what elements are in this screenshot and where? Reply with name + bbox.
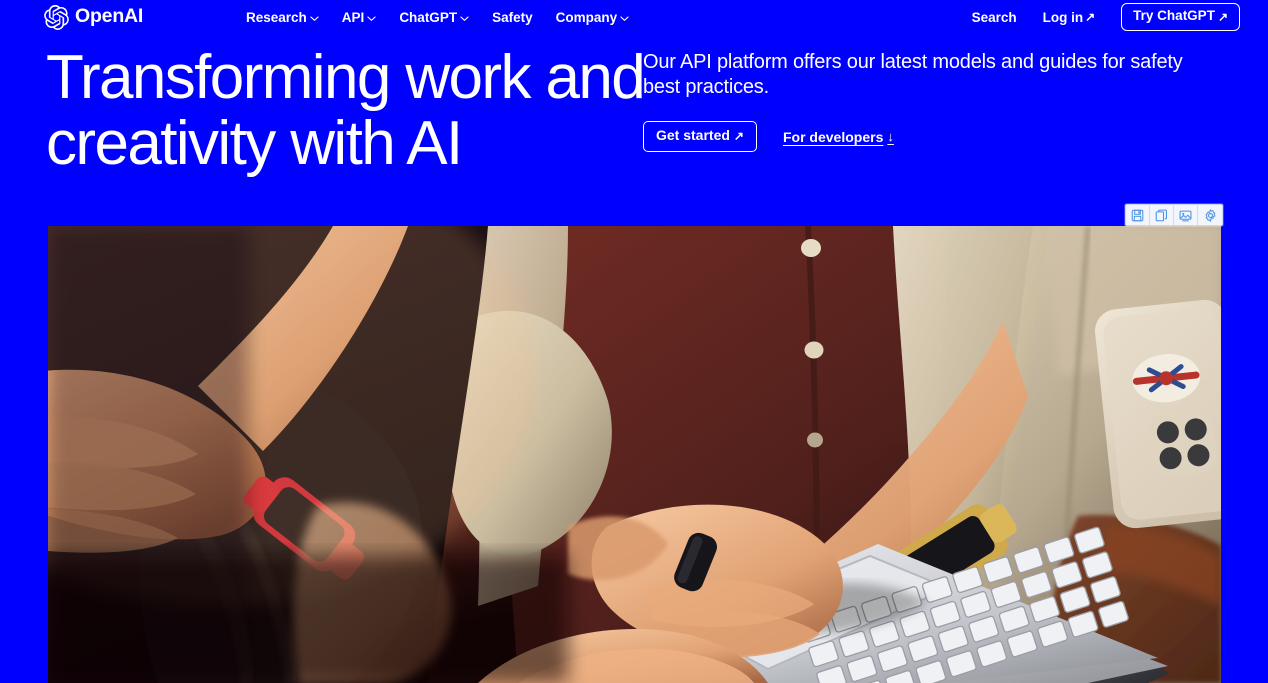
nav-item-api-label: API [341, 9, 365, 25]
nav-item-chatgpt-label: ChatGPT [399, 9, 458, 25]
brand-name-text: OpenAI [75, 5, 144, 28]
chevron-down-icon [620, 14, 629, 23]
try-chatgpt-button[interactable]: Try ChatGPT ↗ [1121, 3, 1240, 31]
image-icon[interactable] [1174, 205, 1198, 225]
nav-item-research-label: Research [246, 9, 307, 25]
top-navigation-bar: OpenAI Research API ChatGPT Safety Compa… [0, 0, 1268, 34]
get-started-button[interactable]: Get started ↗ [643, 121, 757, 152]
primary-nav-links: Research API ChatGPT Safety Company [246, 6, 638, 29]
hero-actions: Get started ↗ For developers ↓ [643, 121, 1218, 152]
nav-right-actions: Search Log in ↗ Try ChatGPT ↗ [972, 3, 1240, 31]
arrow-up-right-icon: ↗ [1217, 9, 1228, 24]
arrow-up-right-icon: ↗ [733, 129, 744, 144]
save-icon[interactable] [1126, 205, 1150, 225]
chevron-down-icon [310, 14, 319, 23]
hero-right-column: Our API platform offers our latest model… [643, 50, 1218, 152]
nav-item-api[interactable]: API [342, 6, 386, 29]
get-started-label: Get started [656, 127, 730, 144]
nav-item-safety-label: Safety [492, 9, 533, 25]
hero-description: Our API platform offers our latest model… [643, 51, 1183, 99]
for-developers-label: For developers [782, 128, 884, 145]
login-link[interactable]: Log in ↗ [1043, 10, 1096, 25]
image-toolbar [1125, 204, 1223, 226]
search-label: Search [971, 9, 1017, 25]
arrow-down-icon: ↓ [887, 129, 894, 145]
settings-icon[interactable] [1198, 205, 1222, 225]
openai-blossom-logo-icon [44, 4, 69, 30]
arrow-up-right-icon: ↗ [1085, 10, 1096, 24]
brand-logo-link[interactable]: OpenAI [44, 4, 144, 30]
for-developers-link[interactable]: For developers ↓ [783, 129, 894, 145]
nav-item-company-label: Company [555, 9, 618, 25]
hero-section: Transforming work and creativity with AI… [0, 34, 1268, 226]
search-button[interactable]: Search [972, 10, 1017, 25]
nav-item-safety[interactable]: Safety [492, 6, 542, 29]
page-title: Transforming work and creativity with AI [46, 43, 646, 178]
chevron-down-icon [460, 14, 469, 23]
nav-item-chatgpt[interactable]: ChatGPT [399, 6, 478, 29]
login-label: Log in [1042, 9, 1084, 25]
copy-icon[interactable] [1150, 205, 1174, 225]
hero-photo [48, 226, 1221, 683]
try-chatgpt-label: Try ChatGPT [1133, 8, 1215, 24]
nav-item-research[interactable]: Research [246, 6, 328, 29]
nav-item-company[interactable]: Company [556, 6, 639, 29]
chevron-down-icon [367, 14, 376, 23]
